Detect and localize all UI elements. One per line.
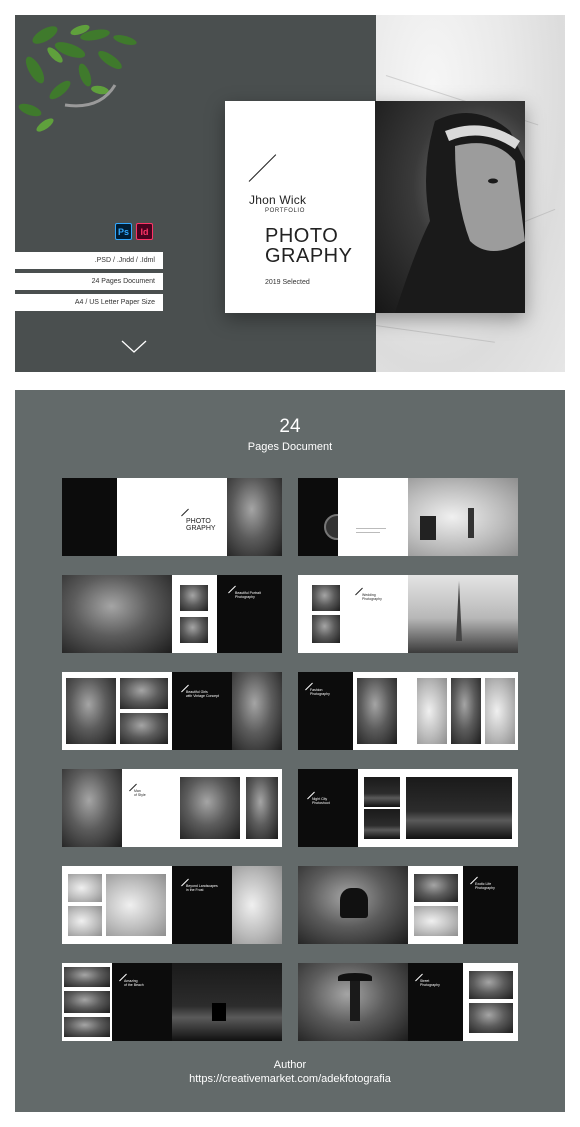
cover-slash-decoration: [248, 154, 277, 182]
page-count: 24: [279, 416, 301, 437]
portrait-silhouette: [395, 113, 525, 313]
hero-section: Ps Id .PSD / .Jndd / .Idml 24 Pages Docu…: [15, 15, 565, 372]
cover-name: Jhon Wick: [249, 193, 307, 207]
cover-subtitle: PORTFOLIO: [265, 208, 305, 214]
spread-preview-8: Night City Photoshoot: [298, 769, 518, 847]
photoshop-icon: Ps: [115, 223, 132, 240]
portfolio-cover: Jhon Wick PORTFOLIO PHOTO GRAPHY 2019 Se…: [225, 101, 525, 313]
author-label: Author: [273, 1059, 307, 1071]
plant-decoration: [18, 24, 137, 132]
spread-preview-10: Exotic Life Photography: [298, 866, 518, 944]
indesign-icon: Id: [136, 223, 153, 240]
spec-paper-size: A4 / US Letter Paper Size: [15, 294, 163, 311]
author-link[interactable]: https://creativemarket.com/adekfotografi…: [15, 1072, 565, 1086]
spread-preview-12: Street Photography: [298, 963, 518, 1041]
spread-preview-1: PHOTO GRAPHY: [62, 478, 282, 556]
spec-file-formats: .PSD / .Jndd / .Idml: [15, 252, 163, 269]
cover-title: PHOTO GRAPHY: [265, 226, 352, 266]
pages-label: Pages Document: [247, 441, 333, 453]
spread-preview-11: Amazing of the Beach: [62, 963, 282, 1041]
cover-portrait-photo: [375, 101, 525, 313]
pages-preview-section: 24 Pages Document PHOTO GRAPHY Beautiful…: [15, 390, 565, 1112]
cover-left-page: Jhon Wick PORTFOLIO PHOTO GRAPHY 2019 Se…: [225, 101, 375, 313]
spread-preview-3: Beautiful Portrait Photography: [62, 575, 282, 653]
author-credit: Author https://creativemarket.com/adekfo…: [15, 1058, 565, 1086]
spread-preview-4: Wedding Photography: [298, 575, 518, 653]
format-icons: Ps Id: [115, 223, 153, 240]
spread-preview-9: Beyond Landscapes in the Frost: [62, 866, 282, 944]
chevron-down-icon[interactable]: [121, 340, 147, 354]
spread-preview-6: Fashion Photography: [298, 672, 518, 750]
spread-preview-2: [298, 478, 518, 556]
spec-page-count: 24 Pages Document: [15, 273, 163, 290]
cover-title-line2: GRAPHY: [265, 245, 353, 267]
cover-year: 2019 Selected: [265, 279, 310, 286]
spread-preview-7: Man of Style: [62, 769, 282, 847]
spread-preview-5: Beautiful Girls with Vintage Concept: [62, 672, 282, 750]
cover-title-line1: PHOTO: [265, 225, 339, 247]
